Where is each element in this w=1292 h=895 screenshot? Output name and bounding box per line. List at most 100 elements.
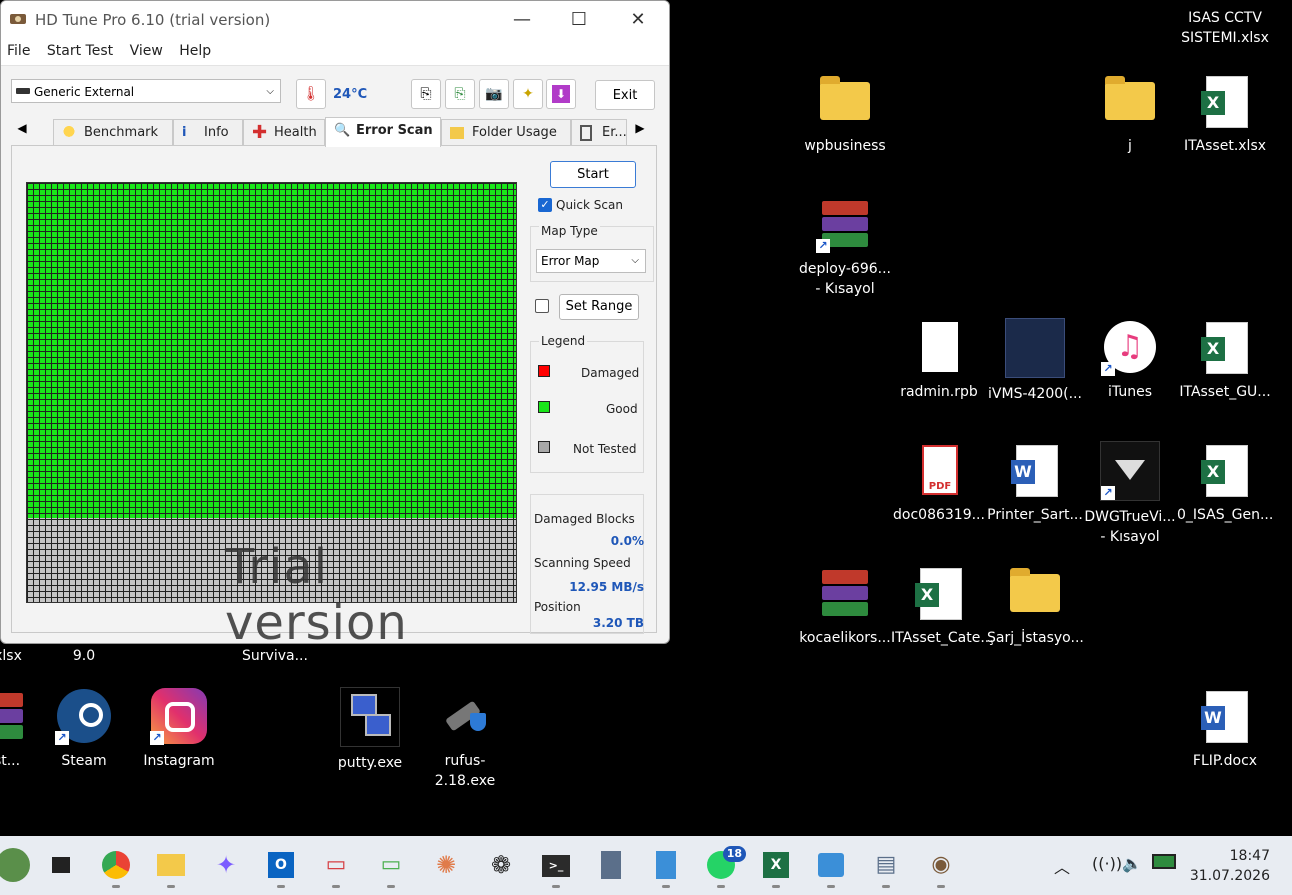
file-explorer-icon[interactable] — [154, 848, 188, 888]
show-hidden-icons-chevron-icon[interactable]: ︿ — [1054, 854, 1070, 878]
whatsapp-icon[interactable]: 18 — [704, 846, 746, 888]
desktop-icon-label: rufus-2.18.exe — [434, 753, 496, 789]
start-button[interactable]: Start — [550, 161, 636, 188]
desktop-icon-label: kocaelikors... — [799, 630, 891, 646]
damaged-blocks-label: Damaged Blocks — [534, 512, 635, 526]
tab-error-scan[interactable]: 🔍 Error Scan — [325, 117, 441, 147]
info-icon: i — [182, 125, 187, 140]
tab-scroll-left-icon[interactable]: ◀ — [13, 121, 31, 135]
legend-label-damaged: Damaged — [581, 366, 640, 380]
window-title: HD Tune Pro 6.10 (trial version) — [35, 11, 271, 29]
tab-info[interactable]: i Info — [173, 119, 243, 145]
desktop-icon-itasset-cate[interactable]: X ITAsset_Cate... — [891, 564, 994, 648]
excel-file-icon: X — [1196, 72, 1254, 130]
notepad-icon[interactable] — [649, 848, 683, 888]
legend-swatch-damaged — [538, 365, 550, 377]
menu-view[interactable]: View — [124, 41, 169, 59]
scanning-speed-label: Scanning Speed — [534, 556, 631, 570]
desktop-icon-itasset-gu[interactable]: X ITAsset_GU... — [1177, 318, 1273, 402]
options-button[interactable]: ✦ — [513, 79, 543, 109]
steam-icon: ↗ — [55, 687, 113, 745]
exit-button[interactable]: Exit — [595, 80, 655, 110]
desktop-icon-flip[interactable]: W FLIP.docx — [1177, 687, 1273, 771]
chatgpt-icon[interactable]: ❁ — [484, 848, 518, 882]
menu-file[interactable]: File — [1, 41, 36, 59]
desktop-icon-label: FLIP.docx — [1192, 753, 1258, 769]
tab-label: Error Scan — [356, 123, 433, 138]
maximize-button[interactable]: ☐ — [559, 9, 599, 30]
tab-erase[interactable]: Er... — [571, 119, 627, 145]
desktop-icon-label: 0_ISAS_Gen... — [1177, 507, 1274, 523]
quick-scan-label: Quick Scan — [556, 198, 623, 212]
trial-watermark: Trial version — [225, 539, 408, 644]
tab-health[interactable]: ✚ Health — [243, 119, 325, 145]
desktop-icon-wpbusiness[interactable]: wpbusiness — [797, 72, 893, 156]
dwg-trueview-icon: ↗ — [1100, 441, 1160, 501]
itunes-icon: ♫ ↗ — [1101, 318, 1159, 376]
desktop-icon-radmin[interactable]: radmin.rpb — [891, 318, 987, 402]
set-range-checkbox[interactable] — [535, 299, 549, 313]
volume-icon[interactable]: 🔈 — [1122, 854, 1142, 873]
tab-scroll-right-icon[interactable]: ▶ — [631, 121, 649, 135]
desktop-icon-printer-sart[interactable]: W Printer_Sart... — [987, 441, 1083, 525]
desktop-icon-sarj-istasyon[interactable]: Şarj_İstasyo... — [987, 564, 1084, 648]
desktop-icon-rufus[interactable]: rufus-2.18.exe — [417, 687, 513, 791]
drive-select[interactable]: Generic External ⌵ — [11, 79, 281, 103]
tab-benchmark[interactable]: Benchmark — [53, 119, 173, 145]
desktop-icon-dwgtrueview[interactable]: ↗ DWGTrueVi... - Kısayol — [1082, 441, 1178, 547]
desktop-icon-0-isas-gen[interactable]: X 0_ISAS_Gen... — [1177, 441, 1273, 525]
rufus-usb-icon — [436, 687, 494, 745]
excel-icon[interactable]: X — [759, 848, 793, 888]
save-download-button[interactable]: ⬇ — [546, 79, 576, 109]
copy-all-button[interactable]: ⎘ — [445, 79, 475, 109]
quick-scan-checkbox[interactable]: ✓ — [538, 198, 552, 212]
position-value: 3.20 TB — [592, 616, 644, 630]
title-bar[interactable]: HD Tune Pro 6.10 (trial version) — ☐ ✕ — [1, 1, 669, 41]
remote-desktop-2-icon[interactable]: ▭ — [374, 848, 408, 888]
desktop-icon-deploy[interactable]: ↗ deploy-696... - Kısayol — [797, 195, 893, 299]
desktop-icon-label: iVMS-4200(... — [988, 386, 1082, 402]
desktop-icon-ivms[interactable]: iVMS-4200(... — [987, 318, 1083, 404]
desktop-partial-label: Surviva... — [242, 648, 308, 664]
menu-start-test[interactable]: Start Test — [41, 41, 119, 59]
desktop-icon-itasset[interactable]: X ITAsset.xlsx — [1177, 72, 1273, 156]
lightbulb-icon — [62, 125, 76, 141]
task-view-icon[interactable] — [44, 848, 78, 882]
set-range-button[interactable]: Set Range — [559, 294, 639, 320]
claude-icon[interactable]: ✺ — [429, 848, 463, 882]
desktop-icon-pdf[interactable]: PDF doc086319... — [891, 441, 987, 525]
close-button[interactable]: ✕ — [618, 9, 658, 30]
screenshot-camera-button[interactable]: 📷 — [479, 79, 509, 109]
minimize-button[interactable]: — — [502, 9, 542, 30]
remote-desktop-icon[interactable]: ▭ — [319, 848, 353, 888]
position-label: Position — [534, 600, 581, 614]
hdtune-taskbar-icon[interactable]: ◉ — [924, 848, 958, 888]
terminal-icon[interactable]: >_ — [539, 848, 573, 888]
chrome-icon[interactable] — [99, 848, 133, 888]
network-app-icon[interactable]: ▤ — [869, 848, 903, 888]
desktop-icon-putty[interactable]: putty.exe — [322, 687, 418, 773]
tab-label: Info — [204, 125, 229, 140]
battery-icon[interactable] — [1152, 854, 1176, 873]
photos-icon[interactable] — [814, 848, 848, 888]
wifi-icon[interactable]: ((·)) — [1092, 854, 1122, 873]
blank-file-icon — [910, 318, 968, 376]
winrar-archive-icon — [0, 687, 29, 745]
pdf-file-icon: PDF — [910, 441, 968, 499]
outlook-icon[interactable]: O — [264, 848, 298, 888]
widgets-icon[interactable] — [0, 848, 30, 882]
desktop-icon-j[interactable]: j — [1082, 72, 1178, 156]
clock[interactable]: 18:47 31.07.2026 — [1190, 846, 1270, 886]
folder-icon — [816, 72, 874, 130]
copy-info-button[interactable]: ⎘ — [411, 79, 441, 109]
desktop-icon-kocaelikors[interactable]: kocaelikors... — [797, 564, 893, 648]
desktop-icon-steam[interactable]: ↗ Steam — [36, 687, 132, 771]
desktop-icon-itunes[interactable]: ♫ ↗ iTunes — [1082, 318, 1178, 402]
menu-help[interactable]: Help — [173, 41, 217, 59]
map-type-select[interactable]: Error Map ⌵ — [536, 249, 646, 273]
calculator-icon[interactable] — [594, 848, 628, 882]
desktop-icon-instagram[interactable]: ↗ Instagram — [131, 687, 227, 771]
desktop-icon-isas-cctv[interactable]: ISAS CCTV SISTEMI.xlsx — [1177, 8, 1273, 48]
copilot-icon[interactable]: ✦ — [209, 848, 243, 882]
tab-folder-usage[interactable]: Folder Usage — [441, 119, 571, 145]
